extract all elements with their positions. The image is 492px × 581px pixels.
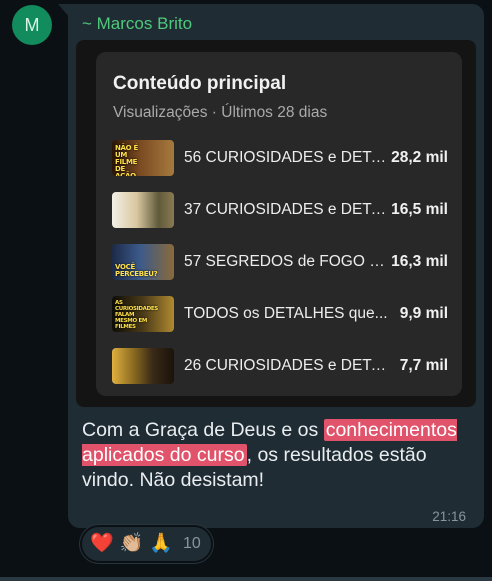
video-thumbnail: AS CURIOSIDADES FALAM MESMO EM FILMES [112,296,174,332]
analytics-card: Conteúdo principal Visualizações · Últim… [96,52,462,396]
list-item: 26 CURIOSIDADES e DETALHES 7,7 mil [112,348,452,384]
list-item: 37 CURIOSIDADES e DETALHES 16,5 mil [112,192,452,228]
view-count: 16,3 mil [391,253,448,270]
view-count: 7,7 mil [399,357,448,374]
message-text: Com a Graça de Deus e os conhecimentos a… [82,418,472,493]
video-title: 37 CURIOSIDADES e DETALHES [184,201,390,218]
thumbnail-caption: VOCÊ PERCEBEU? [115,263,158,278]
reactions-bar[interactable]: ❤️ 👏🏼 🙏 10 [80,525,213,563]
list-item: AS CURIOSIDADES FALAM MESMO EM FILMES TO… [112,296,452,332]
thumbnail-caption: AS CURIOSIDADES FALAM MESMO EM FILMES [115,300,158,330]
sender-name[interactable]: ~ Marcos Brito [82,14,192,34]
thumbnail-caption: NÃO É UM FILME DE AÇÃO [115,144,138,177]
view-count: 28,2 mil [391,149,448,166]
message-text-start: Com a Graça de Deus e os [82,419,324,441]
message-bubble[interactable]: ~ Marcos Brito Conteúdo principal Visual… [68,4,484,528]
video-thumbnail: VOCÊ PERCEBEU? [112,244,174,280]
pray-reaction-icon: 🙏 [149,533,174,554]
video-thumbnail: NÃO É UM FILME DE AÇÃO [112,140,174,176]
avatar-initial: M [24,14,40,35]
view-count: 16,5 mil [391,201,448,218]
video-title: TODOS os DETALHES que... [184,305,388,322]
list-item: NÃO É UM FILME DE AÇÃO 56 CURIOSIDADES e… [112,140,452,176]
list-item: VOCÊ PERCEBEU? 57 SEGREDOS de FOGO CONTR… [112,244,452,280]
video-title: 57 SEGREDOS de FOGO CONTRA FOGO [184,253,390,270]
video-thumbnail [112,348,174,384]
card-subtitle: Visualizações · Últimos 28 dias [113,104,328,121]
video-title: 56 CURIOSIDADES e DETALHES [184,149,390,166]
card-title: Conteúdo principal [113,73,287,94]
view-count: 9,9 mil [399,305,448,322]
video-title: 26 CURIOSIDADES e DETALHES [184,357,390,374]
heart-reaction-icon: ❤️ [90,533,114,554]
shared-image[interactable]: Conteúdo principal Visualizações · Últim… [76,40,476,407]
message-timestamp: 21:16 [432,509,466,524]
composer-edge [0,577,492,581]
clap-reaction-icon: 👏🏼 [119,533,144,554]
reaction-count: 10 [183,535,201,552]
video-thumbnail [112,192,174,228]
avatar[interactable]: M [12,5,52,45]
